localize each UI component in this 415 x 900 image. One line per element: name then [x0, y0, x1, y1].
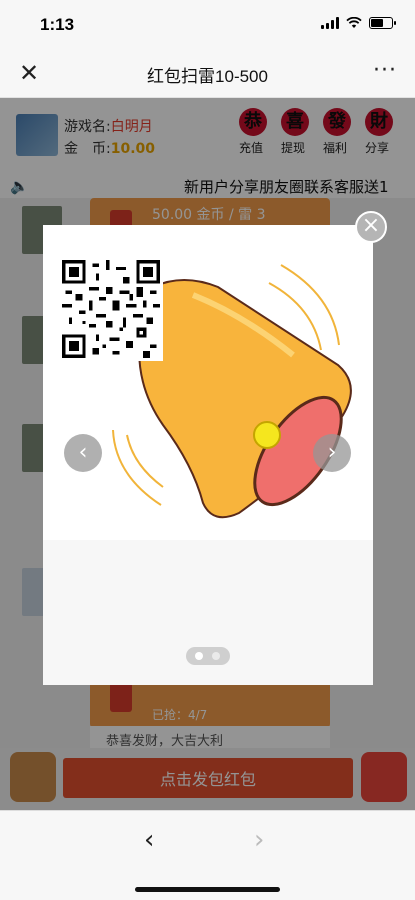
chevron-left-icon: ‹ — [78, 440, 88, 465]
modal-footer — [43, 540, 373, 685]
status-icons — [321, 17, 396, 29]
qr-code — [59, 257, 163, 361]
status-time: 1:13 — [40, 15, 75, 34]
browser-toolbar: ‹ › — [0, 810, 415, 900]
battery-icon — [369, 17, 396, 29]
navbar: ✕ 红包扫雷10-500 ··· — [0, 48, 415, 98]
home-indicator — [135, 887, 280, 892]
status-bar: 1:13 — [0, 0, 415, 48]
pagination-dot-active[interactable] — [195, 652, 203, 660]
back-arrow-icon[interactable]: ‹ — [144, 825, 154, 855]
close-icon: × — [361, 213, 381, 238]
more-icon[interactable]: ··· — [373, 58, 397, 83]
carousel-slide[interactable]: ‹ › — [43, 225, 373, 540]
chevron-right-icon: › — [327, 440, 337, 465]
signal-icon — [321, 17, 339, 29]
carousel-next-button[interactable]: › — [313, 434, 351, 472]
carousel-prev-button[interactable]: ‹ — [64, 434, 102, 472]
forward-arrow-icon[interactable]: › — [254, 825, 264, 855]
page-title: 红包扫雷10-500 — [147, 67, 268, 86]
modal-close-button[interactable]: × — [355, 211, 387, 243]
pagination-dot[interactable] — [212, 652, 220, 660]
wifi-icon — [346, 17, 362, 28]
promo-modal: ‹ › — [43, 225, 373, 685]
carousel-pagination — [186, 647, 230, 665]
